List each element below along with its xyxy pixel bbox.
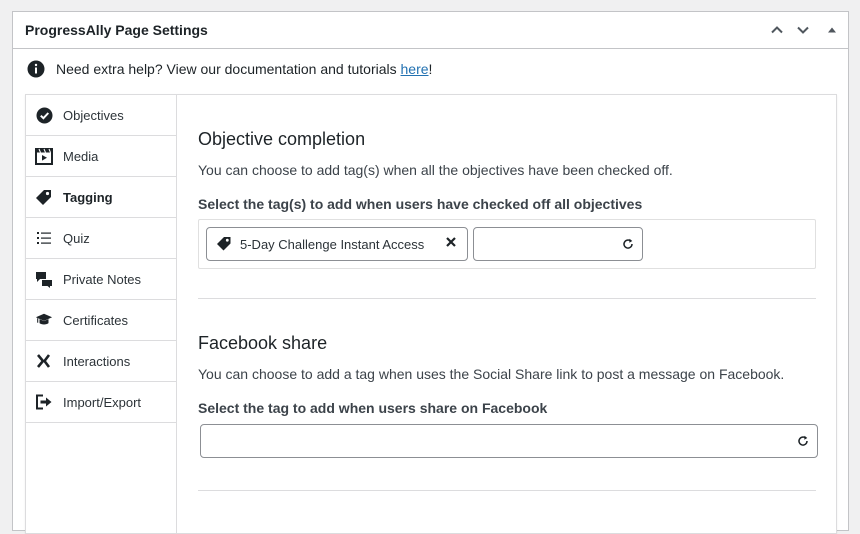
postbox-header: ProgressAlly Page Settings [13, 12, 848, 49]
info-icon [27, 60, 45, 78]
chevron-down-icon [797, 26, 809, 34]
selected-tag-label: 5-Day Challenge Instant Access [240, 236, 425, 252]
objective-section-title: Objective completion [198, 129, 366, 149]
section-divider [198, 490, 816, 491]
tab-label: Import/Export [63, 394, 142, 410]
refresh-icon[interactable] [797, 435, 809, 447]
objective-tag-selector: 5-Day Challenge Instant Access [198, 219, 816, 269]
tab-media[interactable]: Media [26, 136, 176, 177]
graduation-cap-icon [35, 311, 53, 329]
list-icon [35, 229, 53, 247]
handle-actions [764, 12, 848, 48]
chevron-up-icon [771, 26, 783, 34]
objective-tag-label: Select the tag(s) to add when users have… [198, 196, 643, 212]
move-up-button[interactable] [764, 12, 790, 48]
tab-tagging[interactable]: Tagging [26, 177, 176, 218]
selected-tag-chip: 5-Day Challenge Instant Access [206, 227, 468, 261]
tab-private-notes[interactable]: Private Notes [26, 259, 176, 300]
check-circle-icon [35, 106, 53, 124]
refresh-icon[interactable] [622, 238, 634, 250]
section-divider [198, 298, 816, 299]
tab-objectives[interactable]: Objectives [26, 95, 176, 136]
tag-icon [216, 236, 232, 252]
tab-certificates[interactable]: Certificates [26, 300, 176, 341]
tab-import-export[interactable]: Import/Export [26, 382, 176, 423]
help-text: Need extra help? View our documentation … [56, 61, 401, 77]
interactions-icon [35, 352, 53, 370]
help-suffix: ! [428, 61, 433, 77]
help-notice: Need extra help? View our documentation … [13, 49, 848, 89]
chat-bubbles-icon [35, 270, 53, 288]
settings-panel: Objectives Media Tagging Quiz Private No… [25, 94, 837, 534]
postbox-title: ProgressAlly Page Settings [25, 22, 208, 38]
objective-section-description: You can choose to add tag(s) when all th… [198, 162, 673, 178]
tab-label: Quiz [63, 230, 90, 246]
objective-tag-search[interactable] [473, 227, 643, 261]
film-icon [35, 147, 53, 165]
triangle-up-icon [828, 27, 836, 33]
facebook-section-title: Facebook share [198, 333, 328, 353]
help-link[interactable]: here [401, 61, 429, 77]
facebook-tag-label: Select the tag to add when users share o… [198, 400, 548, 416]
facebook-section-description: You can choose to add a tag when uses th… [198, 366, 785, 382]
tab-label: Tagging [63, 189, 113, 205]
tab-quiz[interactable]: Quiz [26, 218, 176, 259]
tag-icon [35, 188, 53, 206]
settings-sidebar: Objectives Media Tagging Quiz Private No… [26, 95, 177, 533]
facebook-tag-select[interactable] [200, 424, 818, 458]
tab-label: Media [63, 148, 99, 164]
tab-label: Objectives [63, 107, 124, 123]
toggle-panel-button[interactable] [816, 12, 848, 48]
tab-label: Private Notes [63, 271, 142, 287]
tab-interactions[interactable]: Interactions [26, 341, 176, 382]
tab-label: Interactions [63, 353, 131, 369]
sign-out-icon [35, 393, 53, 411]
tab-label: Certificates [63, 312, 129, 328]
remove-tag-icon[interactable] [445, 236, 457, 248]
move-down-button[interactable] [790, 12, 816, 48]
progressally-settings-box: ProgressAlly Page Settings Need extra he… [12, 11, 849, 534]
